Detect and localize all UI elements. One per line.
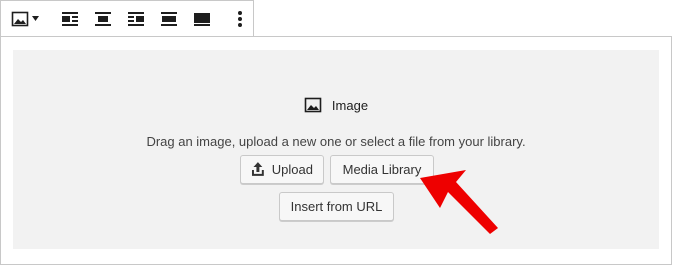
align-wide-icon <box>160 11 177 26</box>
image-icon <box>11 11 28 26</box>
align-right-icon <box>127 11 144 26</box>
align-full-width-button[interactable] <box>185 1 218 36</box>
upload-button-label: Upload <box>271 162 313 177</box>
insert-from-url-button-label: Insert from URL <box>290 199 383 214</box>
image-placeholder[interactable]: Image Drag an image, upload a new one or… <box>13 50 659 249</box>
more-options-group <box>223 1 257 36</box>
align-full-width-icon <box>193 12 210 26</box>
block-switcher-group <box>1 1 48 36</box>
image-icon <box>304 97 322 113</box>
media-library-button-label: Media Library <box>342 162 422 177</box>
caret-down-icon <box>31 16 39 21</box>
block-switcher-button[interactable] <box>1 1 48 36</box>
align-left-button[interactable] <box>53 1 86 36</box>
block-toolbar <box>0 0 254 37</box>
placeholder-instructions: Drag an image, upload a new one or selec… <box>146 134 526 149</box>
align-wide-button[interactable] <box>152 1 185 36</box>
alignment-group <box>48 1 223 36</box>
align-center-icon <box>94 11 111 26</box>
more-vertical-icon <box>238 10 242 27</box>
image-block[interactable]: Image Drag an image, upload a new one or… <box>0 36 672 265</box>
annotation-arrow <box>420 170 498 234</box>
placeholder-title: Image <box>331 97 369 113</box>
align-left-icon <box>61 11 78 26</box>
insert-from-url-button[interactable]: Insert from URL <box>279 192 394 221</box>
placeholder-label: Image <box>13 96 659 114</box>
align-center-button[interactable] <box>86 1 119 36</box>
upload-button[interactable]: Upload <box>240 155 324 184</box>
more-options-button[interactable] <box>223 1 257 36</box>
upload-icon <box>251 162 264 176</box>
align-right-button[interactable] <box>119 1 152 36</box>
